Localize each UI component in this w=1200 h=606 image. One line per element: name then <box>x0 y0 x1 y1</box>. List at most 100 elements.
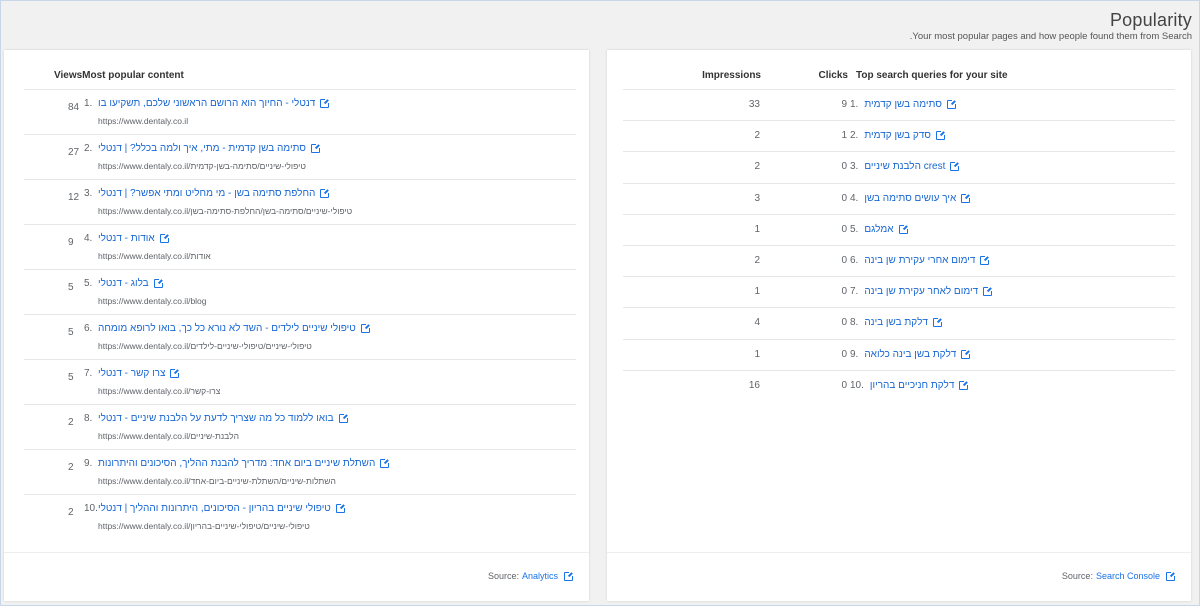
popular-content-row: 27 2. סתימה בשן קדמית - מתי, איך ולמה בכלל… <box>24 134 576 178</box>
external-link-icon[interactable] <box>950 161 961 172</box>
external-link-icon[interactable] <box>946 99 957 109</box>
query-link[interactable]: 7. דימום לאחר עקירת שן בינה <box>850 286 994 298</box>
page-title-link[interactable]: דנטלי - החיוך הוא הרושם הראשוני שלכם, תש… <box>98 98 315 109</box>
row-rank: 3. <box>84 188 93 199</box>
external-link-icon[interactable] <box>935 130 946 141</box>
clicks-value: 0 <box>841 161 847 173</box>
external-link-icon[interactable] <box>564 570 574 581</box>
query-text[interactable]: דימום לאחר עקירת שן בינה <box>864 286 978 297</box>
external-link-icon[interactable] <box>961 348 972 359</box>
page-link[interactable]: טיפולי שיניים בהריון - הסיכונים, היתרונו… <box>98 503 346 514</box>
query-rank: 8. <box>850 317 859 329</box>
page-link[interactable]: צרו קשר - דנטלי <box>98 368 181 379</box>
query-link[interactable]: 10. דלקת חניכיים בהריון <box>850 379 970 391</box>
page-title-link[interactable]: השתלת שיניים ביום אחד: מדריך להבנת ההליך… <box>98 458 375 469</box>
query-link[interactable]: 6. דימום אחרי עקירת שן בינה <box>850 255 991 266</box>
external-link-icon[interactable] <box>320 98 331 108</box>
query-link[interactable]: 3. crest הלבנת שיניים <box>850 161 961 172</box>
page-link[interactable]: בואו ללמוד כל מה שצריך לדעת על הלבנת שינ… <box>98 413 349 424</box>
query-text[interactable]: דלקת בשן בינה <box>864 317 928 328</box>
external-link-icon[interactable] <box>170 368 181 378</box>
query-link[interactable]: 1. סתימה בשן קדמית <box>850 99 957 110</box>
page-link[interactable]: החלפת סתימה בשן - מי מחליט ומתי אפשר? | … <box>98 188 331 199</box>
page-title-link[interactable]: סתימה בשן קדמית - מתי, איך ולמה בכלל? | … <box>98 143 306 154</box>
query-text[interactable]: סתימה בשן קדמית <box>864 99 942 110</box>
page-link[interactable]: סתימה בשן קדמית - מתי, איך ולמה בכלל? | … <box>98 143 321 154</box>
external-link-icon[interactable] <box>961 192 972 203</box>
query-rank: 7. <box>850 286 859 298</box>
external-link-icon[interactable] <box>360 323 371 333</box>
query-text[interactable]: איך עושים סתימה בשן <box>864 193 956 204</box>
popular-content-card: ViewsMost popular content 84 1. דנטלי - הח… <box>4 50 589 601</box>
row-rank: 7. <box>84 368 93 379</box>
query-link[interactable]: 2. סדק בשן קדמית <box>850 130 946 142</box>
page-url: https://www.dentaly.co.il/טיפולי-שיניים/… <box>98 521 310 531</box>
clicks-value: 0 <box>841 286 847 298</box>
analytics-link[interactable]: Analytics <box>522 571 558 581</box>
external-link-icon[interactable] <box>159 233 170 243</box>
query-text[interactable]: דימום אחרי עקירת שן בינה <box>864 255 975 266</box>
query-rank: 10. <box>850 379 864 391</box>
impressions-value: 2 <box>754 255 760 266</box>
external-link-icon[interactable] <box>153 278 164 288</box>
analytics-source: Source: Analytics <box>488 570 574 581</box>
page-url: https://www.dentaly.co.il <box>98 116 189 126</box>
page-title-link[interactable]: טיפולי שיניים בהריון - הסיכונים, היתרונו… <box>98 503 331 514</box>
external-link-icon[interactable] <box>335 503 346 513</box>
page-subtitle: .Your most popular pages and how people … <box>909 31 1192 42</box>
query-rank: 5. <box>850 223 859 235</box>
external-link-icon[interactable] <box>959 379 970 390</box>
page-link[interactable]: דנטלי - החיוך הוא הרושם הראשוני שלכם, תש… <box>98 98 331 109</box>
page-title-link[interactable]: אודות - דנטלי <box>98 233 155 244</box>
popular-content-row: 2 8. בואו ללמוד כל מה שצריך לדעת על הלבנת … <box>24 404 576 448</box>
row-rank: 4. <box>84 233 93 244</box>
page-title-link[interactable]: החלפת סתימה בשן - מי מחליט ומתי אפשר? | … <box>98 188 315 199</box>
query-text[interactable]: סדק בשן קדמית <box>864 130 931 141</box>
page-url: https://www.dentaly.co.il/הלבנת-שיניים <box>98 431 239 441</box>
popular-content-row: 2 10. טיפולי שיניים בהריון - הסיכונים, הית… <box>24 494 576 538</box>
external-link-icon[interactable] <box>310 143 321 153</box>
impressions-value: 16 <box>748 379 760 391</box>
page-title-link[interactable]: בלוג - דנטלי <box>98 278 149 289</box>
popular-content-row: 12 3. החלפת סתימה בשן - מי מחליט ומתי אפשר… <box>24 179 576 223</box>
external-link-icon[interactable] <box>1166 570 1176 581</box>
query-link[interactable]: 5. אמלגם <box>850 223 909 235</box>
popular-content-footer: Source: Analytics <box>4 552 589 601</box>
external-link-icon[interactable] <box>380 458 391 468</box>
page-link[interactable]: טיפולי שיניים לילדים - השד לא נורא כל כך… <box>98 323 371 334</box>
search-query-row: 1 0 5. אמלגם <box>623 213 1175 245</box>
popular-content-row: 2 9. השתלת שיניים ביום אחד: מדריך להבנת הה… <box>24 449 576 493</box>
clicks-value: 0 <box>841 255 847 266</box>
clicks-value: 9 <box>841 99 847 110</box>
query-text[interactable]: דלקת בשן בינה כלואה <box>864 349 956 360</box>
external-link-icon[interactable] <box>983 286 994 297</box>
external-link-icon[interactable] <box>320 188 331 198</box>
page-url: https://www.dentaly.co.il/טיפולי-שיניים/… <box>98 161 306 171</box>
query-link[interactable]: 8. דלקת בשן בינה <box>850 317 943 329</box>
row-rank: 6. <box>84 323 93 334</box>
search-console-link[interactable]: Search Console <box>1096 571 1160 581</box>
query-rank: 2. <box>850 130 859 142</box>
popular-content-row: 84 1. דנטלי - החיוך הוא הרושם הראשוני שלכם… <box>24 89 576 133</box>
clicks-header: Clicks <box>818 70 848 81</box>
impressions-header: Impressions <box>702 70 761 81</box>
query-text[interactable]: דלקת חניכיים בהריון <box>870 380 954 391</box>
query-link[interactable]: 9. דלקת בשן בינה כלואה <box>850 348 972 360</box>
external-link-icon[interactable] <box>932 317 943 328</box>
page-link[interactable]: אודות - דנטלי <box>98 233 170 244</box>
external-link-icon[interactable] <box>338 413 349 423</box>
page-title-link[interactable]: צרו קשר - דנטלי <box>98 368 165 379</box>
page-title-link[interactable]: בואו ללמוד כל מה שצריך לדעת על הלבנת שינ… <box>98 413 334 424</box>
query-text[interactable]: אמלגם <box>864 224 893 235</box>
page-link[interactable]: בלוג - דנטלי <box>98 278 164 289</box>
query-text[interactable]: crest הלבנת שיניים <box>864 161 945 172</box>
page-title-link[interactable]: טיפולי שיניים לילדים - השד לא נורא כל כך… <box>98 323 356 334</box>
search-query-row: 4 0 8. דלקת בשן בינה <box>623 307 1175 338</box>
page-link[interactable]: השתלת שיניים ביום אחד: מדריך להבנת ההליך… <box>98 458 391 469</box>
row-rank: 2. <box>84 143 93 154</box>
search-query-row: 16 0 10. דלקת חניכיים בהריון <box>623 369 1175 401</box>
external-link-icon[interactable] <box>898 223 909 234</box>
impressions-value: 1 <box>754 348 760 360</box>
external-link-icon[interactable] <box>980 255 991 265</box>
query-link[interactable]: 4. איך עושים סתימה בשן <box>850 192 972 204</box>
